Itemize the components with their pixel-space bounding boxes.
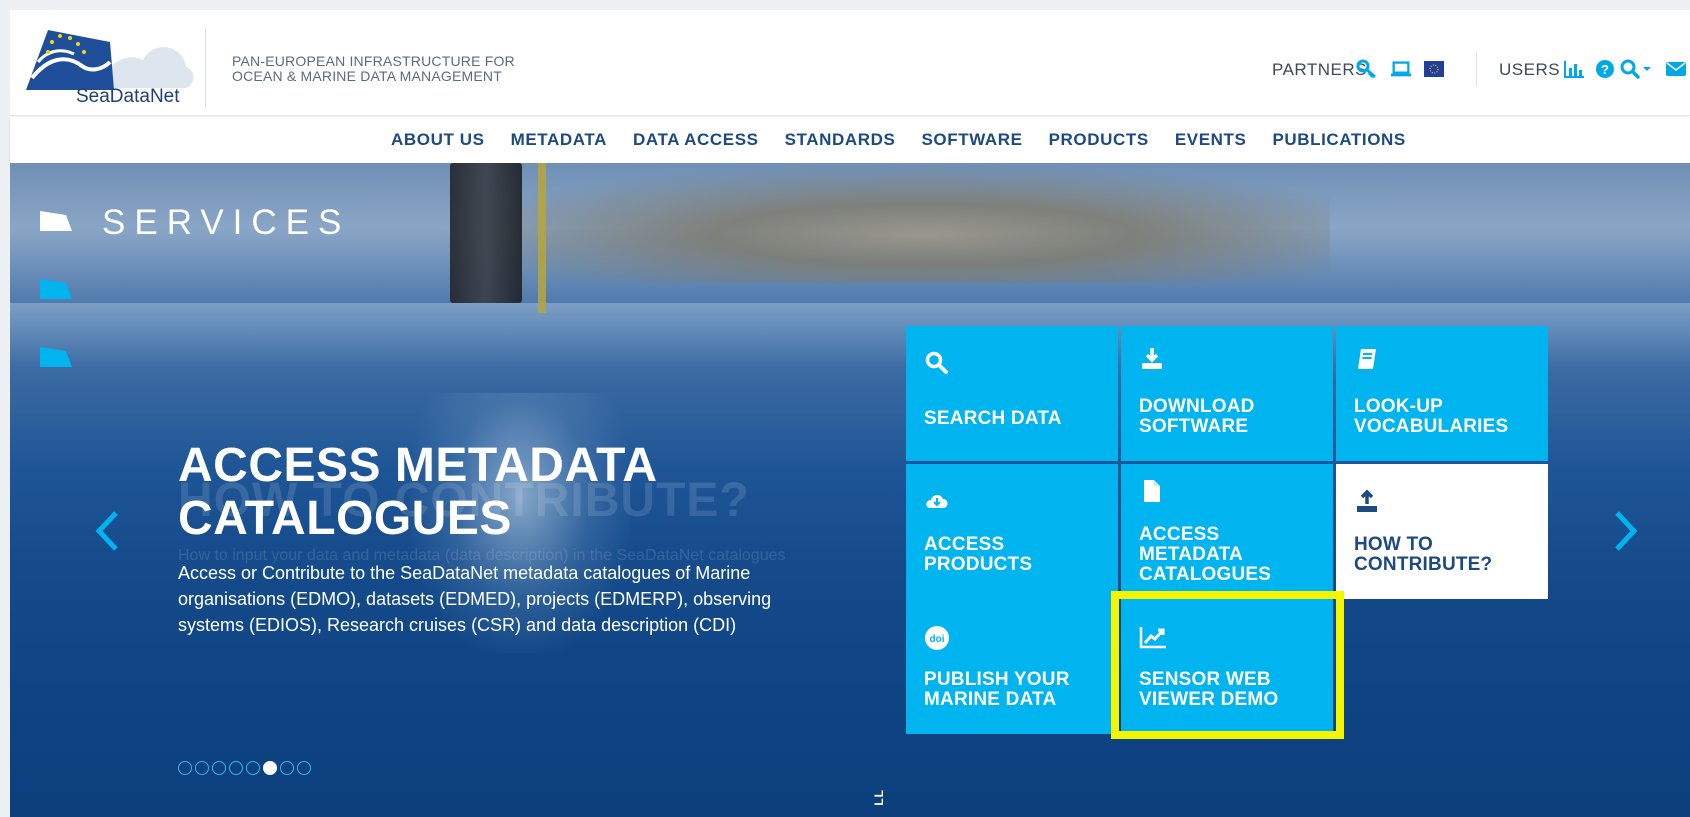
tile-access-metadata-catalogues[interactable]: ACCESS METADATA CATALOGUES (1121, 464, 1333, 599)
tile-label-line: MARINE DATA (924, 689, 1057, 710)
nav-item-about-us[interactable]: ABOUT US (391, 130, 485, 150)
main-nav: ABOUT US METADATA DATA ACCESS STANDARDS … (10, 117, 1690, 163)
file-icon (1139, 478, 1165, 504)
bar-chart-icon[interactable] (1563, 58, 1585, 80)
slide-description: Access or Contribute to the SeaDataNet m… (178, 563, 772, 635)
services-flag-icon (36, 207, 76, 240)
side-flag-icon[interactable] (36, 343, 76, 376)
background-instrument (450, 163, 522, 303)
doi-icon: doi (924, 625, 950, 651)
tile-label: DOWNLOAD SOFTWARE (1139, 397, 1329, 437)
carousel-next-arrow-icon[interactable] (1609, 508, 1643, 554)
key-icon[interactable] (1356, 58, 1378, 80)
logo-text: SeaDataNet (76, 86, 180, 107)
carousel-dot[interactable] (229, 761, 243, 775)
tile-label-line: CATALOGUES (1139, 564, 1272, 585)
header-icons-divider (1476, 52, 1477, 86)
nav-item-metadata[interactable]: METADATA (511, 130, 607, 150)
eu-flag-icon[interactable] (1423, 58, 1445, 80)
carousel-dot[interactable] (212, 761, 226, 775)
tile-label-line: HOW TO (1354, 534, 1433, 555)
services-heading: SERVICES (102, 203, 351, 242)
tile-label-line: PUBLISH YOUR (924, 669, 1070, 690)
nav-item-standards[interactable]: STANDARDS (785, 130, 896, 150)
nav-item-events[interactable]: EVENTS (1175, 130, 1247, 150)
tagline: PAN-EUROPEAN INFRASTRUCTURE FOR OCEAN & … (232, 54, 515, 84)
help-icon[interactable]: ? (1594, 58, 1616, 80)
carousel-dots (178, 761, 311, 775)
cloud-download-icon (924, 488, 950, 514)
site-header: SeaDataNet PAN-EUROPEAN INFRASTRUCTURE F… (10, 10, 1690, 116)
tile-label-line: METADATA (1139, 544, 1243, 565)
tile-label-line: ACCESS (1139, 524, 1220, 545)
carousel-dot[interactable] (246, 761, 260, 775)
tagline-line-1: PAN-EUROPEAN INFRASTRUCTURE FOR (232, 53, 515, 69)
chevron-down-icon[interactable] (1640, 58, 1654, 80)
tile-label: ACCESS PRODUCTS (924, 535, 1114, 575)
page: SeaDataNet PAN-EUROPEAN INFRASTRUCTURE F… (0, 0, 1690, 817)
scroll-hint: LL (872, 789, 886, 806)
tile-label-line: PRODUCTS (924, 554, 1033, 575)
upload-icon (1354, 488, 1380, 514)
slide-title: ACCESS METADATA CATALOGUES (178, 439, 657, 545)
mail-icon[interactable] (1665, 58, 1687, 80)
nav-item-data-access[interactable]: DATA ACCESS (633, 130, 759, 150)
carousel-prev-arrow-icon[interactable] (90, 508, 124, 554)
tile-access-products[interactable]: ACCESS PRODUCTS (906, 464, 1118, 599)
tile-label-line: LOOK-UP (1354, 396, 1444, 417)
carousel-dot[interactable] (280, 761, 294, 775)
partners-label: PARTNERS (1272, 60, 1368, 79)
users-label: USERS (1499, 60, 1561, 79)
left-rail (0, 10, 10, 817)
search-icon[interactable] (1619, 58, 1641, 80)
tile-label-line: DOWNLOAD (1139, 396, 1255, 417)
background-rock (430, 163, 1330, 283)
tile-publish-your-marine-data[interactable]: doi PUBLISH YOUR MARINE DATA (906, 599, 1118, 734)
carousel-dot[interactable] (195, 761, 209, 775)
book-icon (1354, 346, 1380, 372)
nav-item-software[interactable]: SOFTWARE (921, 130, 1022, 150)
carousel-dot[interactable] (263, 761, 277, 775)
laptop-icon[interactable] (1390, 58, 1412, 80)
carousel-dot[interactable] (297, 761, 311, 775)
tile-label: HOW TO CONTRIBUTE? (1354, 535, 1544, 575)
tile-label-line: SEARCH DATA (924, 408, 1062, 429)
tile-highlight-box (1111, 591, 1344, 739)
tile-label: SEARCH DATA (924, 409, 1114, 429)
tile-label-line: CONTRIBUTE? (1354, 554, 1493, 575)
tile-download-software[interactable]: DOWNLOAD SOFTWARE (1121, 326, 1333, 461)
svg-text:?: ? (1601, 62, 1609, 77)
background-cable (538, 163, 546, 313)
tagline-line-2: OCEAN & MARINE DATA MANAGEMENT (232, 68, 502, 84)
tile-label: ACCESS METADATA CATALOGUES (1139, 525, 1329, 585)
download-icon (1139, 346, 1165, 372)
side-flag-icon[interactable] (36, 275, 76, 308)
tile-look-up-vocabularies[interactable]: LOOK-UP VOCABULARIES (1336, 326, 1548, 461)
header-divider (205, 28, 206, 108)
slide-title-line-2: CATALOGUES (178, 492, 512, 545)
tile-label-line: ACCESS (924, 534, 1005, 555)
tile-how-to-contribute[interactable]: HOW TO CONTRIBUTE? (1336, 464, 1548, 599)
carousel-dot[interactable] (178, 761, 192, 775)
tile-label-line: VOCABULARIES (1354, 416, 1509, 437)
tile-label: LOOK-UP VOCABULARIES (1354, 397, 1544, 437)
svg-text:doi: doi (930, 634, 945, 645)
tile-label-line: SOFTWARE (1139, 416, 1249, 437)
nav-items: ABOUT US METADATA DATA ACCESS STANDARDS … (391, 130, 1432, 150)
nav-item-products[interactable]: PRODUCTS (1049, 130, 1149, 150)
seadatanet-logo[interactable]: SeaDataNet (18, 22, 196, 110)
search-icon (924, 350, 950, 376)
tile-label: PUBLISH YOUR MARINE DATA (924, 670, 1114, 710)
nav-item-publications[interactable]: PUBLICATIONS (1272, 130, 1405, 150)
top-strip (0, 0, 1690, 10)
slide-title-line-1: ACCESS METADATA (178, 439, 658, 492)
tile-search-data[interactable]: SEARCH DATA (906, 326, 1118, 461)
